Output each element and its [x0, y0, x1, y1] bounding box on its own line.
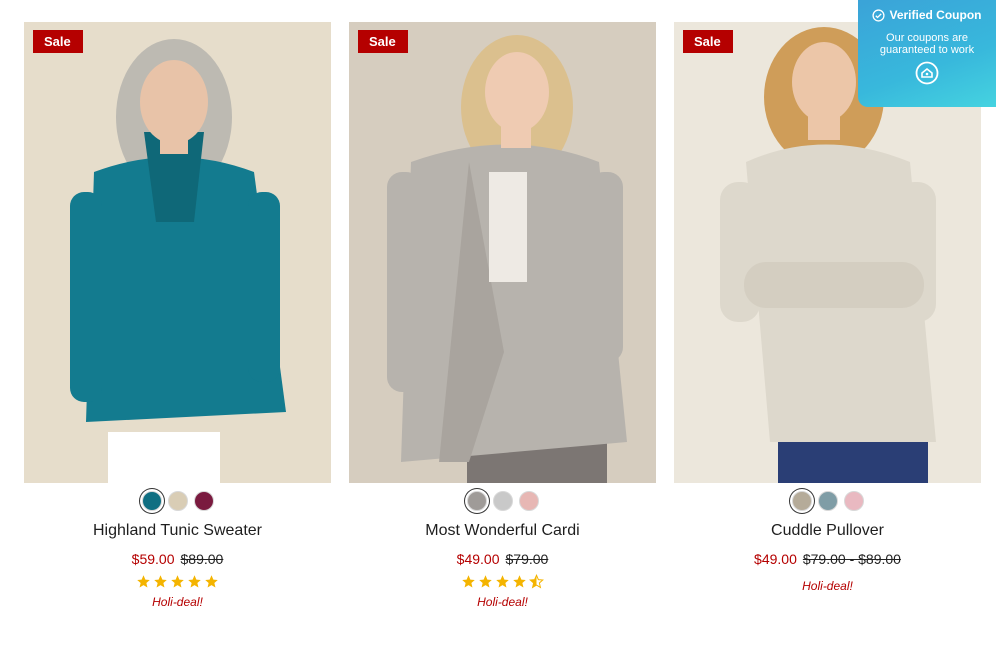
product-name[interactable]: Most Wonderful Cardi: [349, 520, 656, 542]
color-swatch[interactable]: [817, 491, 838, 511]
color-swatch[interactable]: [466, 491, 487, 511]
original-price: $79.00: [505, 551, 549, 567]
product-name[interactable]: Highland Tunic Sweater: [24, 520, 331, 542]
sale-badge: Sale: [33, 30, 83, 53]
star-icon: [462, 575, 475, 588]
coupon-logo-icon[interactable]: [915, 61, 939, 85]
product-image[interactable]: Sale: [24, 22, 331, 483]
check-circle-icon: [872, 8, 886, 22]
sale-price: $49.00: [754, 551, 797, 567]
verified-coupon-widget[interactable]: Verified Coupon Our coupons are guarante…: [858, 0, 996, 107]
product-grid: Sale Highland Tunic Sweater $59.00 $89.00…: [0, 0, 996, 655]
star-icon: [479, 575, 492, 588]
star-icon: [496, 575, 509, 588]
sale-badge: Sale: [683, 30, 733, 53]
star-icon: [171, 575, 184, 588]
star-icon: [205, 575, 218, 588]
sale-badge: Sale: [358, 30, 408, 53]
color-swatches: [349, 489, 656, 513]
color-swatch[interactable]: [167, 491, 188, 511]
color-swatches: [24, 489, 331, 513]
original-price: $79.00 - $89.00: [802, 551, 901, 567]
product-prices: $49.00 $79.00: [349, 550, 656, 568]
star-icon: [137, 575, 150, 588]
rating-stars[interactable]: [24, 574, 331, 591]
half-star-icon: [529, 574, 544, 589]
color-swatch[interactable]: [518, 491, 539, 511]
promo-label: Holi-deal!: [152, 595, 203, 609]
product-card[interactable]: Sale Cuddle Pullover $49.00 $79.00 - $89.…: [674, 22, 981, 594]
product-name[interactable]: Cuddle Pullover: [674, 520, 981, 542]
star-icon: [188, 575, 201, 588]
product-prices: $49.00 $79.00 - $89.00: [674, 550, 981, 568]
color-swatch[interactable]: [141, 491, 162, 511]
star-icon: [154, 575, 167, 588]
star-icon: [513, 575, 526, 588]
coupon-header: Verified Coupon: [858, 8, 996, 22]
sale-price: $49.00: [456, 551, 500, 567]
rating-stars[interactable]: [349, 574, 656, 591]
sale-price: $59.00: [131, 551, 175, 567]
coupon-title: Verified Coupon: [889, 8, 982, 22]
color-swatches: [674, 489, 981, 513]
color-swatch[interactable]: [843, 491, 864, 511]
product-image[interactable]: Sale: [349, 22, 656, 483]
color-swatch[interactable]: [193, 491, 214, 511]
promo-label: Holi-deal!: [477, 595, 528, 609]
promo-label: Holi-deal!: [802, 579, 853, 593]
product-card[interactable]: Sale Most Wonderful Cardi $49.00 $79.00 H…: [349, 22, 656, 610]
product-card[interactable]: Sale Highland Tunic Sweater $59.00 $89.00…: [24, 22, 331, 610]
coupon-subtitle: Our coupons are guaranteed to work: [879, 32, 975, 56]
original-price: $89.00: [180, 551, 224, 567]
product-prices: $59.00 $89.00: [24, 550, 331, 568]
color-swatch[interactable]: [791, 491, 812, 511]
color-swatch[interactable]: [492, 491, 513, 511]
